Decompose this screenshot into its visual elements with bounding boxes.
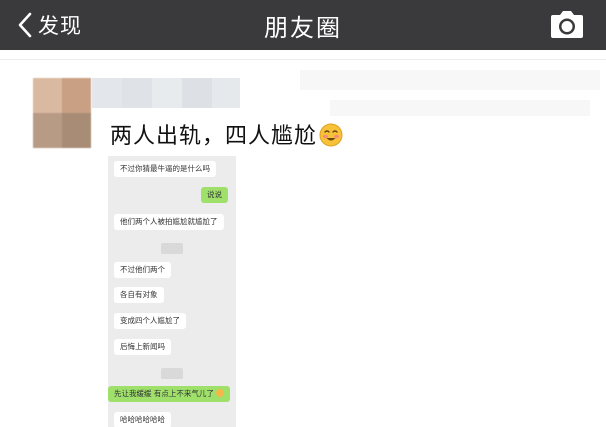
camera-icon	[551, 11, 583, 38]
chat-message: 变成四个人尴尬了	[114, 313, 186, 329]
camera-button[interactable]	[550, 10, 584, 40]
post-text: 两人出轨，四人尴尬	[110, 118, 343, 150]
page-title: 朋友圈	[264, 14, 342, 42]
chat-message: 说说	[201, 187, 228, 203]
chat-timestamp	[161, 368, 183, 379]
chat-message-text: 先让我缓缓 有点上不来气儿了	[114, 389, 214, 398]
post-caption: 两人出轨，四人尴尬	[110, 124, 318, 149]
chat-timestamp	[161, 243, 183, 254]
chat-screenshot-image[interactable]: 不过你猜最牛逼的是什么吗 说说 他们两个人被拍尴尬就尴尬了 不过他们两个 各自有…	[108, 156, 236, 427]
chat-message: 先让我缓缓 有点上不来气儿了	[108, 386, 230, 402]
blurred-background	[330, 100, 590, 116]
avatar[interactable]	[33, 78, 91, 148]
chat-message: 各自有对象	[114, 287, 164, 303]
blurred-background	[300, 70, 600, 90]
header-divider	[0, 59, 606, 60]
chat-message: 不过他们两个	[114, 262, 171, 278]
blushing-smile-emoji	[319, 123, 343, 147]
chat-message: 后悔上新闻吗	[114, 339, 171, 355]
chat-message: 他们两个人被拍尴尬就尴尬了	[114, 214, 224, 230]
grin-emoji	[215, 389, 224, 397]
pixelated-username	[92, 78, 240, 108]
chat-message: 哈哈哈哈哈哈	[114, 412, 171, 427]
chat-message: 不过你猜最牛逼的是什么吗	[114, 161, 216, 177]
navigation-bar: 发现 朋友圈	[0, 0, 606, 50]
